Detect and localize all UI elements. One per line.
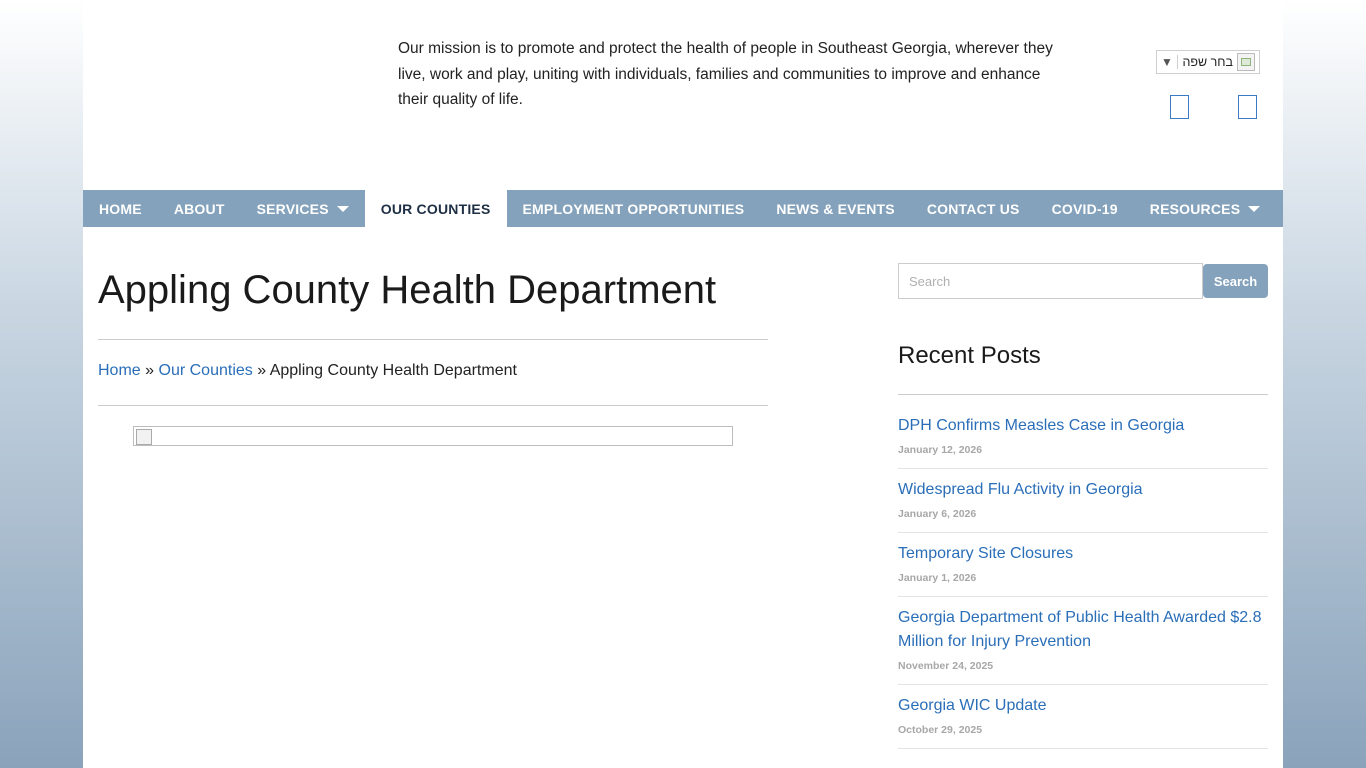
nav-label: COVID-19 [1051, 200, 1118, 217]
nav-resources[interactable]: RESOURCES [1134, 190, 1276, 227]
nav-label: EMPLOYMENT OPPORTUNITIES [522, 200, 745, 217]
breadcrumb-current: Appling County Health Department [269, 362, 517, 379]
nav-services[interactable]: SERVICES [241, 190, 365, 227]
breadcrumb-home-link[interactable]: Home [98, 362, 141, 379]
nav-label: HOME [99, 200, 142, 217]
nav-label: ABOUT [173, 200, 225, 217]
search-button[interactable]: Search [1203, 264, 1268, 298]
nav-label: CONTACT US [926, 200, 1020, 217]
nav-label: OUR COUNTIES [380, 200, 491, 217]
recent-posts-heading: Recent Posts [898, 342, 1041, 369]
recent-posts-list: DPH Confirms Measles Case in Georgia Jan… [898, 405, 1268, 749]
list-item: Georgia WIC Update October 29, 2025 [898, 685, 1268, 749]
post-date: January 1, 2026 [898, 572, 977, 584]
nav-contact-us[interactable]: CONTACT US [911, 190, 1036, 227]
post-link[interactable]: Temporary Site Closures [898, 542, 1268, 566]
list-item: DPH Confirms Measles Case in Georgia Jan… [898, 405, 1268, 469]
post-date: October 29, 2025 [898, 724, 983, 736]
divider [98, 339, 768, 340]
nav-label: SERVICES [256, 200, 329, 217]
post-date: January 6, 2026 [898, 508, 977, 520]
nav-label: RESOURCES [1149, 200, 1241, 217]
page-title: Appling County Health Department [98, 268, 717, 312]
nav-news-events[interactable]: NEWS & EVENTS [760, 190, 911, 227]
social-link-icon[interactable] [1238, 95, 1257, 119]
social-link-icon[interactable] [1170, 95, 1189, 119]
dropdown-arrow-icon[interactable]: ▼ [1157, 55, 1178, 69]
flag-icon [1237, 53, 1255, 71]
main-navigation: HOME ABOUT SERVICES OUR COUNTIES EMPLOYM… [83, 190, 1283, 227]
language-selector[interactable]: ▼ בחר שפה [1156, 50, 1260, 74]
list-item: Georgia Department of Public Health Awar… [898, 597, 1268, 685]
nav-our-counties[interactable]: OUR COUNTIES [364, 190, 507, 227]
post-link[interactable]: Georgia WIC Update [898, 694, 1268, 718]
breadcrumb-separator: » [257, 362, 267, 379]
breadcrumb-separator: » [145, 362, 155, 379]
page-container: Our mission is to promote and protect th… [83, 0, 1283, 768]
nav-about[interactable]: ABOUT [158, 190, 241, 227]
caret-down-icon [1248, 205, 1261, 212]
nav-employment-opportunities[interactable]: EMPLOYMENT OPPORTUNITIES [507, 190, 761, 227]
list-item: Widespread Flu Activity in Georgia Janua… [898, 469, 1268, 533]
divider [98, 405, 768, 406]
post-link[interactable]: DPH Confirms Measles Case in Georgia [898, 414, 1268, 438]
nav-label: NEWS & EVENTS [776, 200, 895, 217]
search-input[interactable] [898, 263, 1203, 299]
list-item: Temporary Site Closures January 1, 2026 [898, 533, 1268, 597]
divider [898, 394, 1268, 395]
post-link[interactable]: Georgia Department of Public Health Awar… [898, 606, 1268, 654]
nav-covid-19[interactable]: COVID-19 [1036, 190, 1134, 227]
nav-home[interactable]: HOME [83, 190, 158, 227]
post-date: January 12, 2026 [898, 444, 983, 456]
broken-image [133, 426, 733, 446]
breadcrumb-section-link[interactable]: Our Counties [159, 362, 253, 379]
caret-down-icon [336, 205, 349, 212]
post-link[interactable]: Widespread Flu Activity in Georgia [898, 478, 1268, 502]
breadcrumb: Home » Our Counties » Appling County Hea… [98, 362, 517, 380]
post-date: November 24, 2025 [898, 660, 994, 672]
mission-statement: Our mission is to promote and protect th… [398, 40, 1053, 108]
language-selector-label: בחר שפה [1182, 55, 1233, 69]
